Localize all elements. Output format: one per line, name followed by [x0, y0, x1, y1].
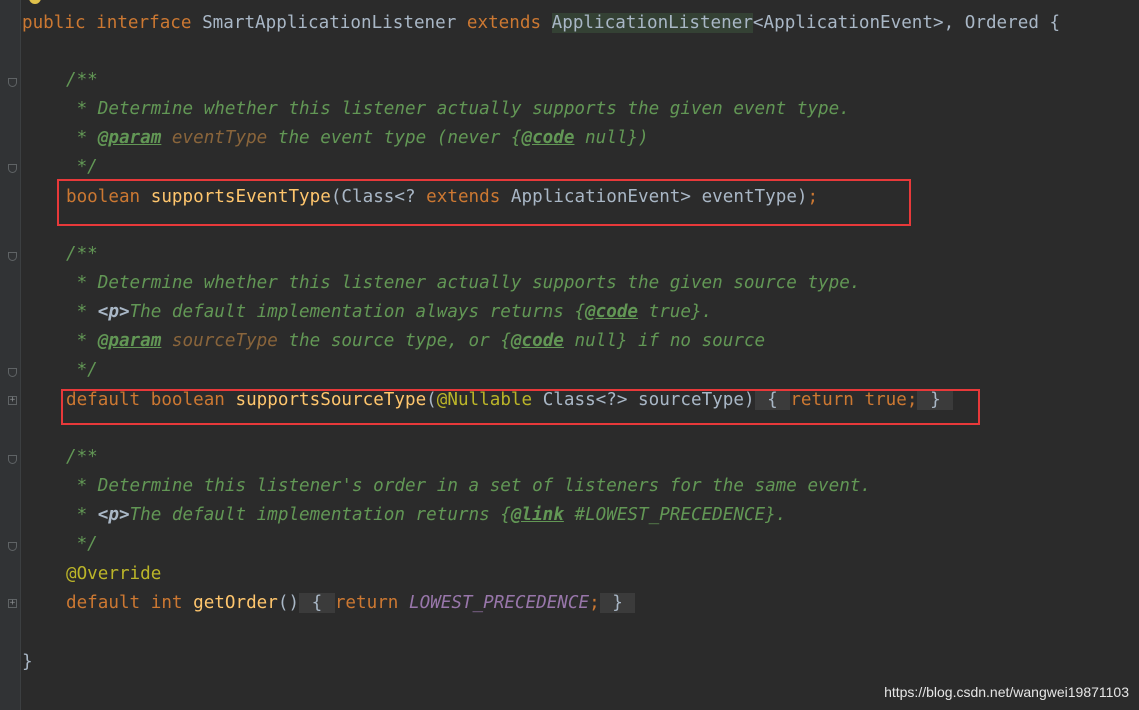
interface-name: SmartApplicationListener	[202, 13, 457, 33]
comment-text: #LOWEST_PRECEDENCE}.	[563, 505, 787, 525]
generic-type: <ApplicationEvent>,	[752, 13, 955, 33]
fold-expand-icon[interactable]: +	[8, 599, 17, 608]
fold-collapse-icon[interactable]	[8, 164, 17, 173]
javadoc-tag: @code	[521, 128, 575, 148]
javadoc-close: */	[66, 534, 98, 554]
javadoc-param-line: * @param eventType the event type (never…	[66, 126, 649, 150]
comment-text: The default implementation returns {	[129, 505, 511, 525]
javadoc-open: /**	[66, 447, 98, 467]
comment-text: The default implementation always return…	[129, 302, 586, 322]
highlight-box-supports-source-type	[61, 389, 980, 425]
parens: ()	[277, 593, 300, 613]
comment-text: true}.	[638, 302, 713, 322]
declaration-tail: Ordered {	[954, 13, 1061, 33]
html-p-tag: <p>	[97, 302, 130, 322]
javadoc-close: */	[66, 360, 98, 380]
comment-text: null})	[574, 128, 649, 148]
watermark: https://blog.csdn.net/wangwei19871103	[884, 684, 1129, 700]
fold-collapse-icon[interactable]	[8, 78, 17, 87]
keyword: return	[334, 593, 399, 613]
comment-text: *	[66, 128, 98, 148]
method-name: getOrder	[193, 593, 278, 613]
javadoc-p-line: * <p>The default implementation returns …	[66, 503, 787, 527]
javadoc-open: /**	[66, 244, 98, 264]
constant: LOWEST_PRECEDENCE	[409, 593, 590, 613]
javadoc-close: */	[66, 157, 98, 177]
keyword: interface	[96, 13, 192, 33]
folded-brace-open[interactable]: {	[299, 593, 335, 613]
comment-text: *	[66, 302, 98, 322]
folded-brace-close[interactable]: }	[599, 593, 636, 613]
highlight-box-supports-event-type	[57, 179, 911, 226]
code-line-closing-brace[interactable]: }	[22, 650, 33, 674]
code-line-get-order[interactable]: default int getOrder() { return LOWEST_P…	[66, 591, 636, 615]
override-annotation[interactable]: @Override	[66, 562, 161, 586]
comment-text: *	[66, 505, 98, 525]
javadoc-tag: @code	[585, 302, 639, 322]
javadoc-description: * Determine this listener's order in a s…	[66, 476, 872, 496]
html-p-tag: <p>	[97, 505, 130, 525]
keyword: extends	[466, 13, 542, 33]
brace: }	[612, 593, 623, 613]
javadoc-description: * Determine whether this listener actual…	[66, 273, 861, 293]
comment-text: null} if no source	[563, 331, 766, 351]
fold-collapse-icon[interactable]	[8, 368, 17, 377]
javadoc-tag: @param	[97, 331, 162, 351]
comment-text: *	[66, 331, 98, 351]
keyword: public	[22, 13, 86, 33]
lightbulb-icon[interactable]	[29, 0, 41, 4]
code-line-interface-declaration[interactable]: public interface SmartApplicationListene…	[22, 11, 1060, 35]
javadoc-param-line: * @param sourceType the source type, or …	[66, 329, 766, 353]
param-name: sourceType	[161, 331, 278, 351]
keyword: int	[150, 593, 183, 613]
brace: {	[311, 593, 323, 613]
comment-text: the source type, or {	[277, 331, 511, 351]
fold-collapse-icon[interactable]	[8, 542, 17, 551]
comment-text: the event type (never {	[267, 128, 522, 148]
supertype: ApplicationListener	[551, 13, 753, 33]
javadoc-p-line: * <p>The default implementation always r…	[66, 300, 713, 324]
javadoc-tag: @param	[97, 128, 162, 148]
fold-collapse-icon[interactable]	[8, 455, 17, 464]
semicolon: ;	[589, 593, 600, 613]
fold-collapse-icon[interactable]	[8, 252, 17, 261]
param-name: eventType	[161, 128, 268, 148]
javadoc-tag: @code	[510, 331, 564, 351]
javadoc-description: * Determine whether this listener actual…	[66, 99, 850, 119]
javadoc-tag: @link	[510, 505, 564, 525]
gutter-separator	[20, 0, 21, 710]
fold-expand-icon[interactable]: +	[8, 396, 17, 405]
javadoc-open: /**	[66, 70, 98, 90]
keyword: default	[66, 593, 141, 613]
